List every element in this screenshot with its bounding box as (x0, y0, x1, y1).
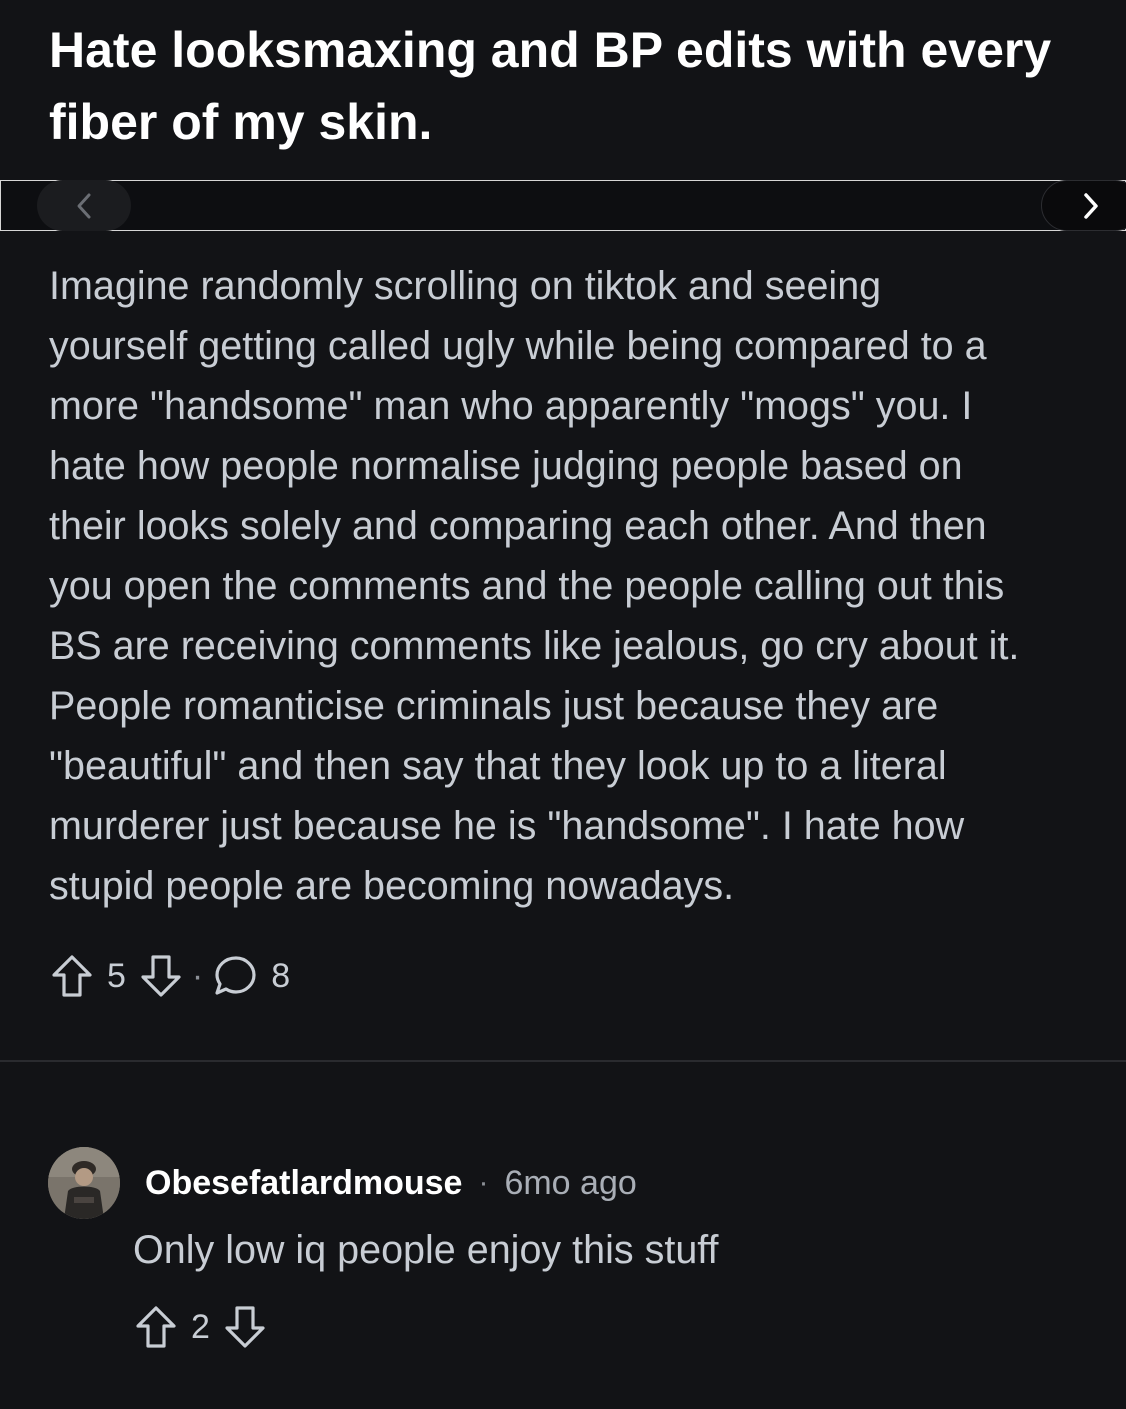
post-body-line: more "handsome" man who apparently "mogs… (49, 384, 973, 428)
post-body-line: their looks solely and comparing each ot… (49, 504, 987, 548)
chevron-left-icon (73, 191, 95, 221)
divider (0, 1060, 1126, 1062)
post-body-line: murderer just because he is "handsome". … (49, 804, 965, 848)
comment-count: 8 (271, 956, 291, 995)
post-body-line: you open the comments and the people cal… (49, 564, 1005, 608)
carousel-next-button[interactable] (1041, 180, 1126, 231)
post-body-line: BS are receiving comments like jealous, … (49, 624, 1020, 668)
post-body-line: People romanticise criminals just becaus… (49, 684, 939, 728)
upvote-count: 5 (107, 956, 126, 995)
post-body-line: hate how people normalise judging people… (49, 444, 963, 488)
upvote-icon[interactable] (49, 952, 95, 1000)
post-body-line: stupid people are becoming nowadays. (49, 864, 735, 908)
post-body-line: Imagine randomly scrolling on tiktok and… (49, 264, 882, 308)
comment-actions: 2 (133, 1303, 268, 1351)
post-actions: 5 · 8 (49, 952, 290, 1000)
comment-bubble-icon[interactable] (211, 952, 259, 1000)
comment-timestamp: 6mo ago (504, 1163, 637, 1202)
downvote-icon[interactable] (222, 1303, 268, 1351)
post-body-line: yourself getting called ugly while being… (49, 324, 987, 368)
comment-upvote-count: 2 (191, 1307, 210, 1346)
post-body-line: "beautiful" and then say that they look … (49, 744, 947, 788)
image-carousel[interactable] (0, 180, 1126, 231)
comment-text: Only low iq people enjoy this stuff (133, 1228, 719, 1272)
chevron-right-icon (1080, 191, 1102, 221)
post-body: Imagine randomly scrolling on tiktok and… (49, 256, 1124, 916)
separator-dot: · (191, 956, 204, 995)
downvote-icon[interactable] (138, 952, 184, 1000)
comment-author[interactable]: Obesefatlardmouse (145, 1164, 462, 1203)
comment-header: Obesefatlardmouse · 6mo ago (145, 1160, 637, 1206)
post-title: Hate looksmaxing and BP edits with every… (49, 22, 1052, 150)
separator-dot: · (478, 1166, 489, 1199)
avatar[interactable] (48, 1147, 120, 1219)
carousel-prev-button[interactable] (37, 180, 131, 231)
upvote-icon[interactable] (133, 1303, 179, 1351)
